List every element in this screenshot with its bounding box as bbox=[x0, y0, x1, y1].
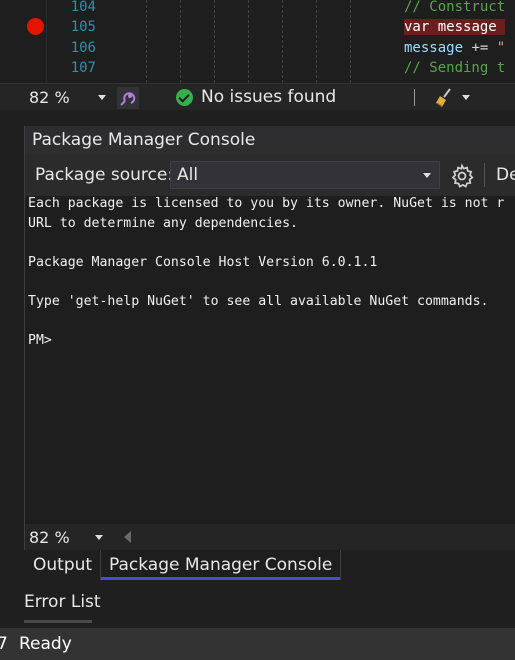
splitter[interactable] bbox=[0, 110, 515, 126]
scroll-left-arrow-icon[interactable] bbox=[124, 531, 131, 543]
intellicode-icon[interactable] bbox=[117, 87, 139, 109]
line-number: 107 bbox=[70, 60, 96, 76]
breakpoint-margin[interactable] bbox=[0, 0, 46, 83]
issues-status[interactable]: No issues found bbox=[201, 84, 336, 111]
console-line: Package Manager Console Host Version 6.0… bbox=[28, 255, 378, 270]
app-status-bar: 7 Ready bbox=[0, 628, 515, 660]
status-text: Ready bbox=[19, 634, 72, 654]
line-number: 106 bbox=[70, 40, 96, 56]
indent-guide bbox=[146, 0, 147, 83]
console-line: Each package is licensed to you by its o… bbox=[28, 196, 505, 211]
code-line[interactable]: message += " bbox=[404, 38, 505, 58]
chevron-down-icon bbox=[423, 173, 431, 178]
line-number: 104 bbox=[70, 0, 96, 15]
code-token: var bbox=[404, 19, 430, 35]
code-line[interactable]: // Sending t bbox=[404, 58, 505, 78]
console-prompt[interactable]: PM> bbox=[28, 333, 52, 348]
console-line: Type 'get-help NuGet' to see all availab… bbox=[28, 294, 489, 309]
check-circle-icon bbox=[176, 89, 193, 106]
breakpoint-icon[interactable] bbox=[27, 18, 44, 35]
code-token: message bbox=[404, 40, 464, 56]
tool-window-title[interactable]: Package Manager Console bbox=[25, 126, 515, 154]
indent-guide bbox=[350, 0, 351, 83]
indent-guide bbox=[282, 0, 283, 83]
editor-status-bar: 82 % No issues found bbox=[0, 83, 515, 110]
package-source-value: All bbox=[177, 165, 199, 185]
tab-package-manager-console[interactable]: Package Manager Console bbox=[100, 550, 342, 580]
gutter-divider bbox=[46, 0, 47, 83]
chevron-down-icon bbox=[94, 534, 103, 540]
chevron-down-icon[interactable] bbox=[462, 95, 470, 100]
code-token: " bbox=[496, 40, 506, 56]
console-zoom-dropdown[interactable]: 82 % bbox=[29, 524, 103, 550]
code-cleanup-broom-icon[interactable] bbox=[434, 87, 458, 109]
chevron-down-icon bbox=[97, 95, 106, 100]
editor-zoom-dropdown[interactable]: 82 % bbox=[29, 84, 106, 111]
code-line[interactable]: var message bbox=[404, 17, 506, 37]
code-line[interactable]: // Construct bbox=[404, 0, 505, 17]
console-toolbar: Package source: All De bbox=[25, 154, 515, 196]
package-source-label: Package source: bbox=[35, 165, 174, 185]
console-status-bar: 82 % bbox=[25, 524, 515, 550]
tool-window-tabs: Output Package Manager Console bbox=[0, 550, 515, 580]
indent-guide bbox=[316, 0, 317, 83]
gear-icon[interactable] bbox=[449, 163, 475, 189]
code-token: // Sending t bbox=[404, 60, 506, 76]
tab-output[interactable]: Output bbox=[33, 550, 92, 580]
default-project-label: De bbox=[496, 165, 515, 185]
code-token: // Construct bbox=[404, 0, 506, 15]
line-number: 105 bbox=[70, 19, 96, 35]
indent-guide bbox=[214, 0, 215, 83]
indent-guide bbox=[180, 0, 181, 83]
tab-error-list[interactable]: Error List bbox=[24, 592, 101, 612]
console-line: URL to determine any dependencies. bbox=[28, 215, 298, 231]
error-list-tab-indicator bbox=[24, 620, 92, 623]
status-prefix: 7 bbox=[0, 634, 8, 654]
indent-guide bbox=[248, 0, 249, 83]
console-zoom-value: 82 % bbox=[29, 527, 70, 547]
code-token: message bbox=[429, 19, 506, 35]
package-manager-console-window: Package Manager Console Package source: … bbox=[24, 126, 515, 550]
console-output[interactable]: Each package is licensed to you by its o… bbox=[25, 196, 515, 524]
package-source-dropdown[interactable]: All bbox=[170, 161, 440, 189]
status-divider bbox=[414, 89, 415, 106]
code-token: += bbox=[463, 40, 497, 56]
code-editor[interactable]: 104 105 106 107 // Construct var message… bbox=[0, 0, 515, 83]
editor-zoom-value: 82 % bbox=[29, 88, 70, 107]
toolbar-divider bbox=[484, 163, 485, 187]
